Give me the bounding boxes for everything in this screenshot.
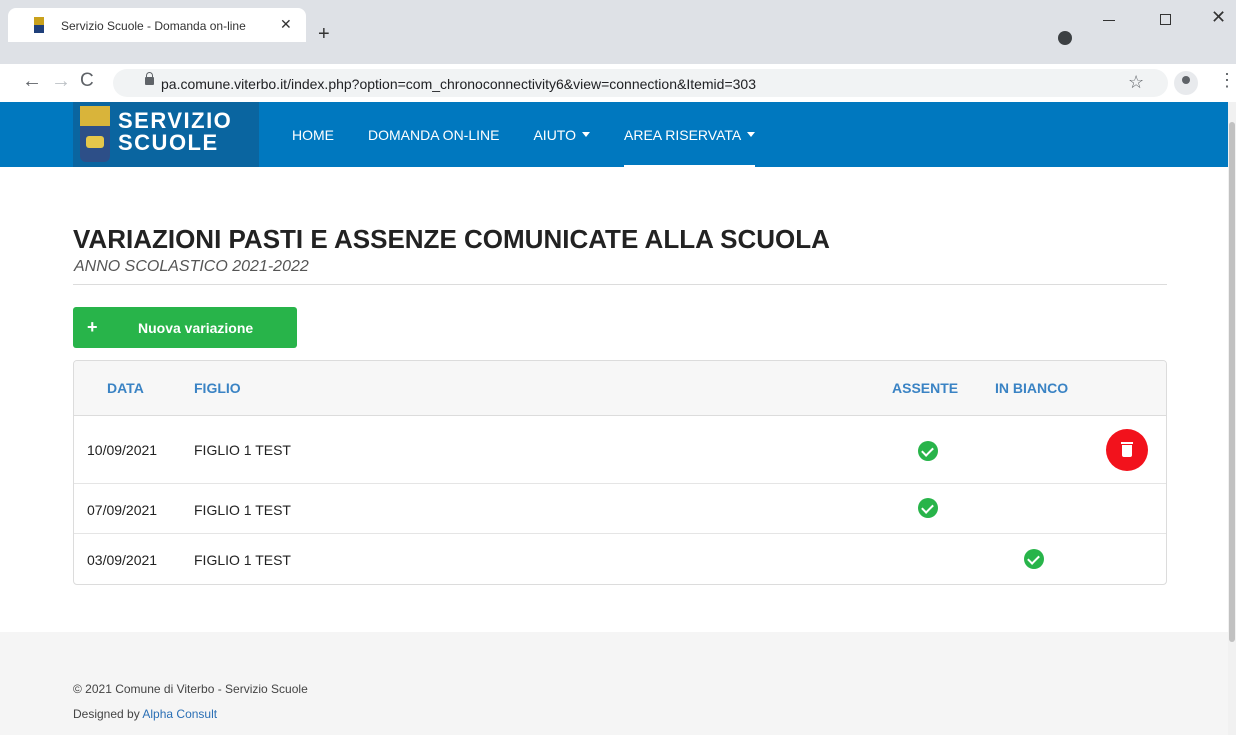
- plus-icon: +: [87, 317, 98, 337]
- caret-down-icon: [582, 132, 590, 137]
- assente-check-icon: [918, 441, 938, 461]
- forward-button[interactable]: →: [51, 70, 71, 93]
- footer-designed-by: Designed by Alpha Consult: [73, 707, 217, 721]
- page-viewport: SERVIZIO SCUOLE HOME DOMANDA ON-LINE AIU…: [0, 102, 1228, 735]
- page-title: VARIAZIONI PASTI E ASSENZE COMUNICATE AL…: [73, 224, 830, 254]
- main-menu: HOME DOMANDA ON-LINE AIUTO AREA RISERVAT…: [292, 102, 789, 167]
- maximize-window-button[interactable]: [1160, 14, 1171, 25]
- row-date: 03/09/2021: [87, 552, 158, 568]
- new-tab-button[interactable]: +: [318, 24, 330, 44]
- row-child: FIGLIO 1 TEST: [194, 442, 291, 458]
- menu-item-domanda-on-line[interactable]: DOMANDA ON-LINE: [368, 102, 499, 167]
- browser-toolbar: ← → C pa.comune.viterbo.it/index.php?opt…: [0, 64, 1236, 102]
- in-bianco-check-icon: [1024, 549, 1044, 569]
- row-date: 07/09/2021: [87, 502, 158, 518]
- logo-line-2: SCUOLE: [118, 130, 219, 155]
- page-scrollbar[interactable]: [1228, 102, 1236, 735]
- footer-copyright: © 2021 Comune di Viterbo - Servizio Scuo…: [73, 682, 308, 696]
- table-row: 07/09/2021 FIGLIO 1 TEST: [74, 484, 1166, 534]
- menu-label: DOMANDA ON-LINE: [368, 126, 500, 143]
- menu-label: AIUTO: [533, 126, 576, 143]
- logo-line-1: SERVIZIO: [118, 108, 233, 133]
- table-row: 03/09/2021 FIGLIO 1 TEST: [74, 534, 1166, 584]
- caret-down-icon: [747, 132, 756, 137]
- column-header-data[interactable]: DATA: [107, 380, 144, 396]
- reload-button[interactable]: C: [80, 70, 94, 92]
- site-logo[interactable]: SERVIZIO SCUOLE: [73, 102, 259, 167]
- row-date: 10/09/2021: [87, 442, 158, 458]
- city-crest-icon: [80, 106, 110, 162]
- logo-text: SERVIZIO SCUOLE: [118, 110, 232, 154]
- column-header-figlio[interactable]: FIGLIO: [194, 380, 241, 396]
- column-header-in-bianco[interactable]: IN BIANCO: [995, 380, 1068, 396]
- new-variation-button[interactable]: + Nuova variazione: [73, 307, 297, 348]
- new-variation-label: Nuova variazione: [138, 320, 254, 336]
- site-favicon-icon: [34, 17, 44, 33]
- minimize-window-button[interactable]: [1103, 20, 1115, 21]
- tab-search-icon[interactable]: [1058, 31, 1072, 45]
- row-child: FIGLIO 1 TEST: [194, 502, 291, 518]
- site-navbar: SERVIZIO SCUOLE HOME DOMANDA ON-LINE AIU…: [0, 102, 1228, 167]
- assente-check-icon: [918, 498, 938, 518]
- address-bar[interactable]: pa.comune.viterbo.it/index.php?option=co…: [113, 69, 1168, 97]
- site-footer: © 2021 Comune di Viterbo - Servizio Scuo…: [0, 632, 1228, 735]
- menu-label: HOME: [292, 126, 334, 143]
- lock-icon[interactable]: [145, 72, 154, 85]
- browser-menu-icon[interactable]: ⋮: [1218, 70, 1236, 91]
- tab-title: Servizio Scuole - Domanda on-line: [61, 19, 246, 33]
- menu-item-home[interactable]: HOME: [292, 102, 334, 167]
- row-child: FIGLIO 1 TEST: [194, 552, 291, 568]
- bookmark-star-icon[interactable]: ☆: [1128, 72, 1144, 93]
- browser-tabstrip: Servizio Scuole - Domanda on-line ✕ + ✕: [0, 0, 1236, 64]
- column-header-assente[interactable]: ASSENTE: [892, 380, 958, 396]
- menu-item-aiuto[interactable]: AIUTO: [533, 102, 590, 167]
- trash-icon: [1121, 442, 1133, 444]
- scrollbar-thumb[interactable]: [1229, 122, 1235, 642]
- menu-label: AREA RISERVATA: [624, 126, 742, 143]
- close-window-button[interactable]: ✕: [1211, 8, 1226, 26]
- table-row: 10/09/2021 FIGLIO 1 TEST: [74, 416, 1166, 484]
- browser-tab[interactable]: Servizio Scuole - Domanda on-line ✕: [8, 8, 306, 42]
- delete-button[interactable]: [1106, 429, 1148, 471]
- title-divider: [73, 284, 1167, 285]
- profile-avatar[interactable]: [1174, 71, 1198, 95]
- tab-close-icon[interactable]: ✕: [280, 16, 292, 33]
- url-text[interactable]: pa.comune.viterbo.it/index.php?option=co…: [161, 76, 756, 92]
- designer-link[interactable]: Alpha Consult: [142, 707, 217, 721]
- menu-item-area-riservata[interactable]: AREA RISERVATA: [624, 102, 756, 167]
- variations-table: DATA FIGLIO ASSENTE IN BIANCO 10/09/2021…: [73, 360, 1167, 585]
- table-header: DATA FIGLIO ASSENTE IN BIANCO: [74, 361, 1166, 416]
- page-subtitle: ANNO SCOLASTICO 2021-2022: [74, 258, 309, 275]
- back-button[interactable]: ←: [22, 70, 42, 93]
- designed-by-label: Designed by: [73, 707, 140, 721]
